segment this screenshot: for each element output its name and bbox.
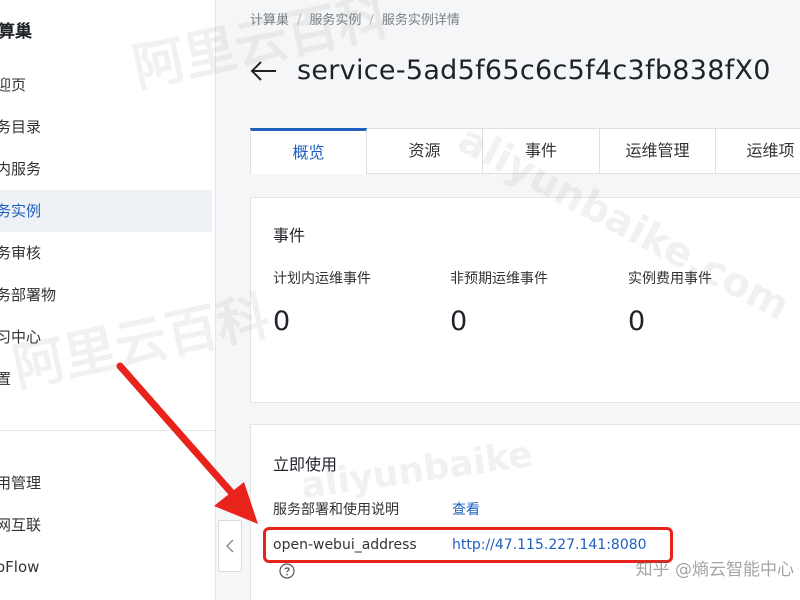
sidebar-title: 算巢: [0, 22, 32, 42]
stat-label: 计划内运维事件: [273, 271, 371, 287]
breadcrumb-item-instance-detail: 服务实例详情: [381, 13, 460, 28]
sidebar-item-flow[interactable]: oFlow: [0, 546, 212, 588]
sidebar-item-service-instances[interactable]: 务实例: [0, 190, 212, 232]
sidebar-item-app-management[interactable]: 用管理: [0, 462, 212, 504]
sidebar-item-welcome[interactable]: 迎页: [0, 64, 212, 106]
stat-unplanned-events: 非预期运维事件 0: [450, 268, 548, 337]
quick-use-card-title: 立即使用: [273, 455, 338, 474]
breadcrumb-item-service-instances[interactable]: 服务实例: [309, 13, 361, 28]
address-highlight-box: [263, 527, 673, 563]
watermark-corner: 知乎 @熵云智能中心: [635, 560, 794, 580]
sidebar-item-artifacts[interactable]: 务部署物: [0, 274, 212, 316]
deploy-doc-view-link[interactable]: 查看: [452, 499, 480, 519]
tab-bar: 概览 资源 事件 运维管理 运维项: [250, 128, 800, 174]
deploy-doc-label: 服务部署和使用说明: [273, 502, 399, 518]
main-content: 计算巢 / 服务实例 / 服务实例详情 service-5ad5f65c6c5f4c3f…: [217, 0, 800, 600]
stat-value: 0: [273, 306, 291, 337]
sidebar-item-catalog[interactable]: 务目录: [0, 106, 212, 148]
tab-ops-items[interactable]: 运维项: [716, 128, 800, 174]
tab-ops-management[interactable]: 运维管理: [600, 128, 716, 174]
tab-overview[interactable]: 概览: [250, 128, 367, 174]
sidebar-item-settings[interactable]: 置: [0, 358, 212, 400]
stat-billing-events: 实例费用事件 0: [628, 268, 712, 337]
page-title: service-5ad5f65c6c5f4c3fb838fX0: [297, 55, 771, 86]
tab-resources[interactable]: 资源: [367, 128, 483, 174]
stat-planned-events: 计划内运维事件 0: [273, 268, 371, 337]
help-circle-icon[interactable]: [279, 563, 295, 579]
back-arrow-icon[interactable]: [249, 56, 279, 86]
stat-value: 0: [450, 306, 468, 337]
stat-value: 0: [628, 306, 646, 337]
events-card: 事件 计划内运维事件 0 非预期运维事件 0 实例费用事件 0: [250, 197, 800, 403]
stat-label: 非预期运维事件: [450, 271, 548, 287]
events-card-title: 事件: [273, 226, 306, 245]
sidebar-item-my-services[interactable]: 内服务: [0, 148, 212, 190]
sidebar-item-learning-center[interactable]: 习中心: [0, 316, 212, 358]
stat-label: 实例费用事件: [628, 271, 712, 287]
sidebar-divider: [0, 430, 215, 431]
page-header: service-5ad5f65c6c5f4c3fb838fX0: [249, 55, 771, 86]
sidebar: 算巢 迎页 务目录 内服务 务实例 务审核 务部署物 习中心 置 用管理 网互联…: [0, 0, 216, 600]
breadcrumb-item-compute-nest[interactable]: 计算巢: [250, 13, 289, 28]
sidebar-item-review[interactable]: 务审核: [0, 232, 212, 274]
sidebar-item-network[interactable]: 网互联: [0, 504, 212, 546]
breadcrumb: 计算巢 / 服务实例 / 服务实例详情: [250, 13, 460, 28]
tab-events[interactable]: 事件: [483, 128, 600, 174]
